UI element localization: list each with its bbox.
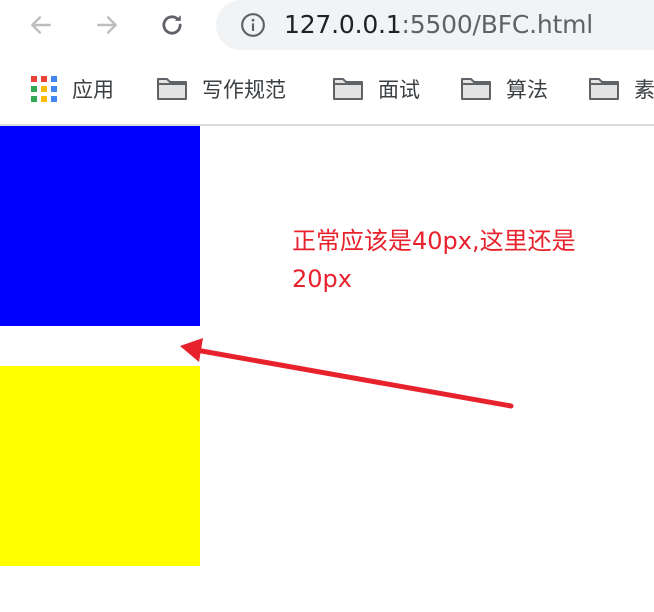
folder-icon (157, 78, 187, 100)
bookmark-algorithm[interactable]: 算法 (460, 74, 548, 104)
bookmark-writing-norms[interactable]: 写作规范 (156, 74, 286, 104)
blue-box (0, 126, 200, 326)
arrow-head (180, 338, 203, 362)
folder-icon (461, 78, 491, 100)
bookmark-label: 面试 (378, 78, 420, 102)
apps-grid-icon (31, 76, 57, 102)
bookmark-label: 算法 (506, 78, 548, 102)
annotation-text: 正常应该是40px,这里还是 20px (292, 222, 654, 298)
arrow-right-icon (97, 16, 117, 34)
address-bar[interactable]: 127.0.0.1:5500/BFC.html (216, 0, 654, 50)
annotation-line-2: 20px (292, 265, 352, 293)
arrow-line (193, 347, 514, 409)
back-button[interactable] (24, 8, 58, 42)
reload-icon (162, 15, 182, 35)
info-icon[interactable] (240, 12, 266, 38)
bookmark-material[interactable]: 素 (588, 74, 654, 104)
bookmarks-bar: 应用 写作规范 面试 算法 素 (0, 60, 654, 116)
yellow-box (0, 366, 200, 566)
url-text[interactable]: 127.0.0.1:5500/BFC.html (284, 9, 593, 41)
bookmark-label: 素 (634, 78, 654, 102)
bookmark-interview[interactable]: 面试 (332, 74, 420, 104)
url-host: 127.0.0.1 (284, 10, 402, 39)
folder-icon (333, 78, 363, 100)
page-viewport: 正常应该是40px,这里还是 20px (0, 126, 654, 612)
url-path: :5500/BFC.html (401, 10, 594, 39)
bookmark-apps[interactable]: 应用 (30, 74, 114, 104)
browser-toolbar: 127.0.0.1:5500/BFC.html (0, 0, 654, 50)
forward-button[interactable] (90, 8, 124, 42)
arrow-left-icon (31, 16, 51, 34)
folder-icon (589, 78, 619, 100)
bookmark-label: 写作规范 (202, 78, 286, 102)
bookmark-label: 应用 (72, 78, 114, 102)
annotation-line-1: 正常应该是40px,这里还是 (292, 227, 576, 255)
reload-button[interactable] (155, 8, 189, 42)
